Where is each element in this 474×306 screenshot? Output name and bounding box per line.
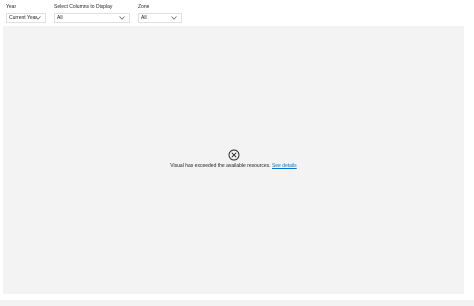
year-slicer-label: Year — [6, 4, 17, 10]
visual-container: Visual has exceeded the available resour… — [3, 26, 464, 294]
report-page: Year Current Year Select Columns to Disp… — [0, 0, 474, 306]
zone-dropdown[interactable]: All — [138, 13, 182, 23]
see-details-link[interactable]: See details — [272, 163, 297, 169]
year-slicer: Year Current Year — [6, 4, 46, 23]
error-message-line: Visual has exceeded the available resour… — [3, 163, 464, 170]
year-dropdown[interactable]: Current Year — [6, 13, 46, 23]
chevron-down-icon — [119, 16, 125, 20]
columns-dropdown[interactable]: All — [54, 13, 130, 23]
columns-slicer: Select Columns to Display All — [54, 4, 130, 23]
year-dropdown-value: Current Year — [9, 15, 38, 21]
zone-dropdown-value: All — [141, 15, 147, 21]
visual-container-bottom — [0, 300, 474, 306]
chevron-down-icon — [171, 16, 177, 20]
columns-dropdown-value: All — [57, 15, 63, 21]
columns-slicer-label: Select Columns to Display — [54, 4, 113, 10]
chevron-down-icon — [35, 16, 41, 20]
error-message: Visual has exceeded the available resour… — [170, 163, 271, 169]
circle-x-icon — [228, 149, 239, 161]
zone-slicer: Zone All — [138, 4, 182, 23]
zone-slicer-label: Zone — [138, 4, 150, 10]
visual-error: Visual has exceeded the available resour… — [3, 149, 464, 170]
